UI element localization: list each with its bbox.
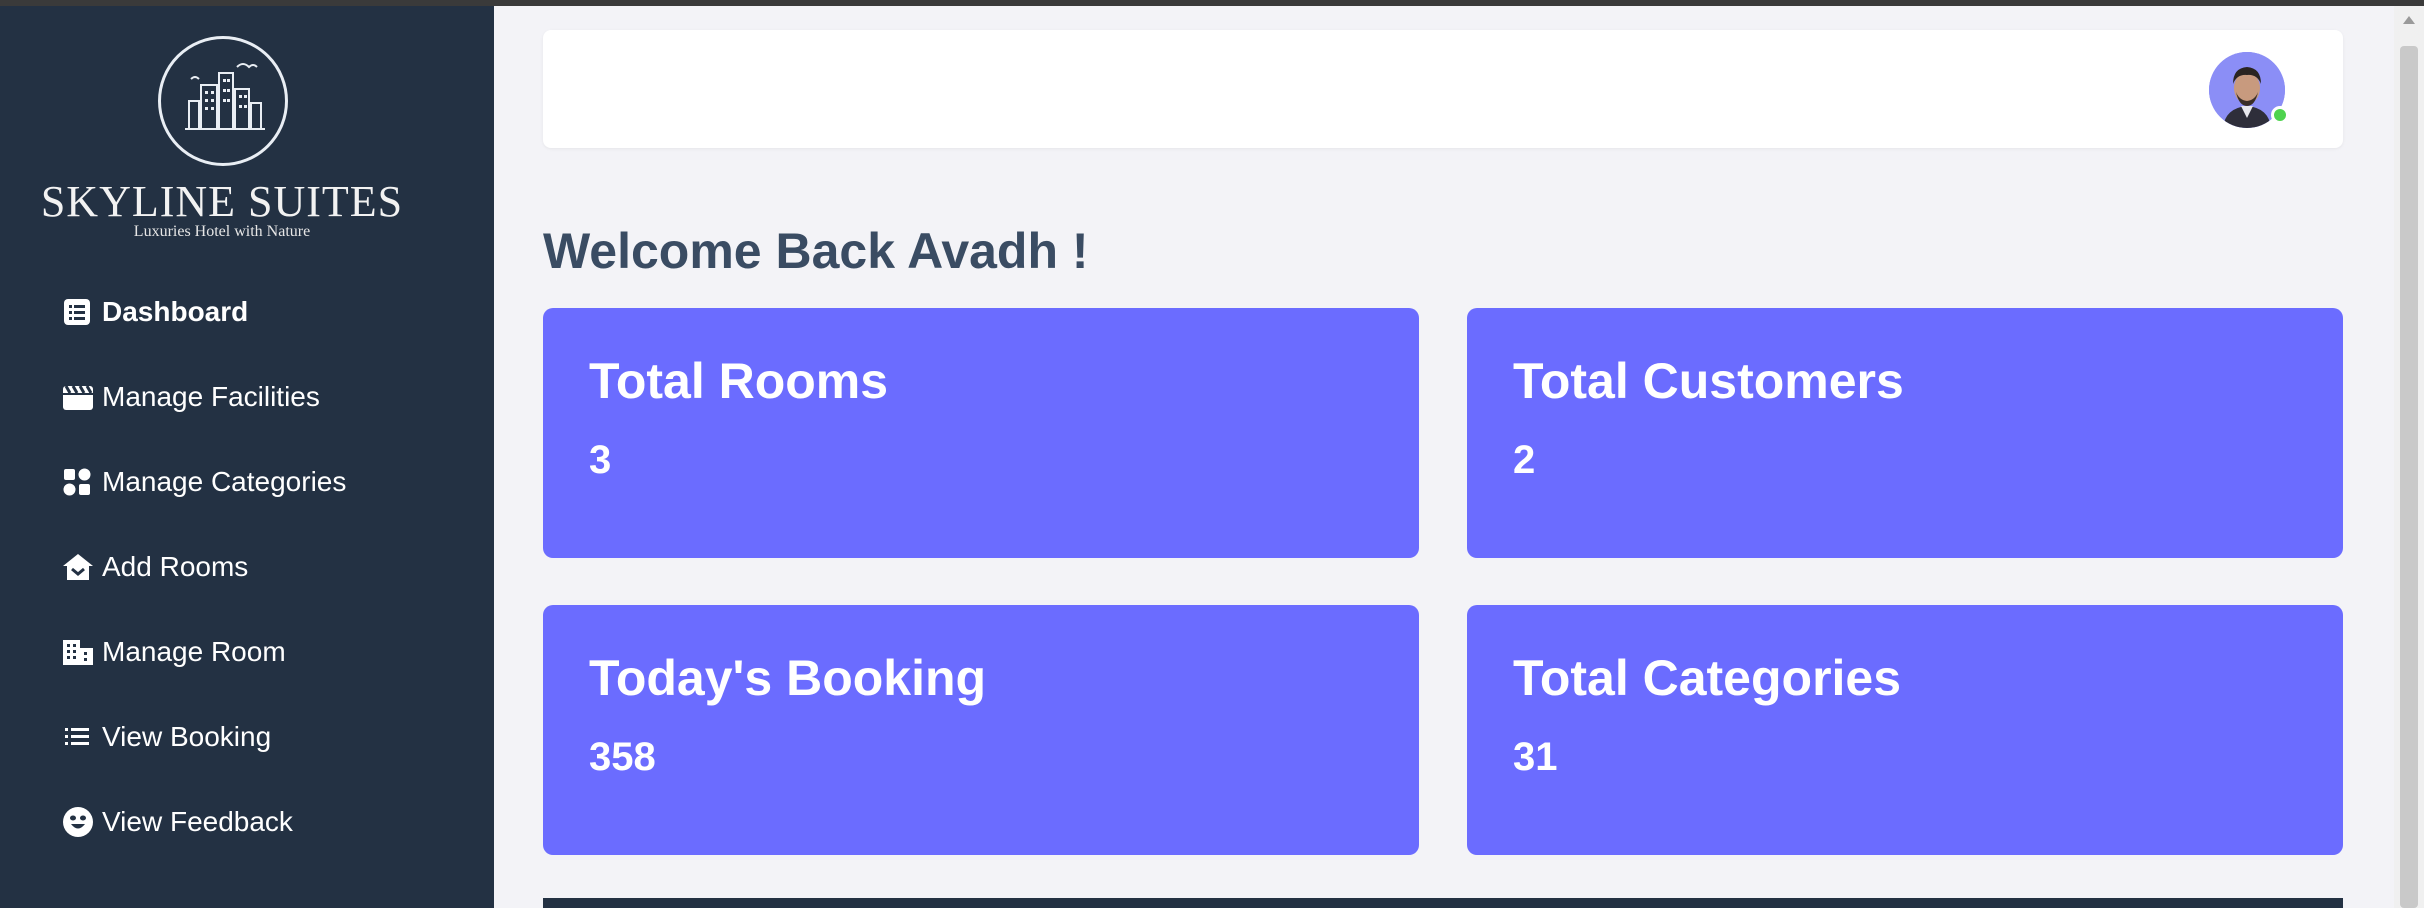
stat-card-total-categories[interactable]: Total Categories 31 (1467, 605, 2343, 855)
sidebar-item-label: View Booking (102, 721, 272, 752)
list-icon (62, 717, 102, 757)
stat-card-title: Total Categories (1513, 650, 1902, 706)
scrollbar-thumb[interactable] (2400, 46, 2418, 908)
hotel-logo-icon (185, 63, 265, 130)
sidebar-item-label: Manage Room (102, 636, 286, 667)
brand-logo (158, 36, 288, 166)
brand-title: SKYLINE SUITES (40, 177, 404, 226)
sidebar-item-manage-room[interactable]: Manage Room (62, 632, 482, 672)
categories-icon (62, 462, 102, 502)
sidebar-item-view-booking[interactable]: View Booking (62, 717, 482, 757)
stat-card-value: 2 (1513, 438, 1536, 482)
sidebar-item-label: Dashboard (102, 296, 249, 327)
stat-card-value: 3 (589, 438, 612, 482)
stat-card-total-customers[interactable]: Total Customers 2 (1467, 308, 2343, 558)
stat-card-total-rooms[interactable]: Total Rooms 3 (543, 308, 1419, 558)
sidebar: SKYLINE SUITES Luxuries Hotel with Natur… (0, 6, 494, 908)
sidebar-item-view-feedback[interactable]: View Feedback (62, 802, 482, 842)
stat-card-title: Total Rooms (589, 353, 889, 409)
top-header (543, 30, 2343, 148)
stat-card-title: Today's Booking (589, 650, 987, 706)
sidebar-item-label: Add Rooms (102, 551, 249, 582)
building-icon (62, 632, 102, 672)
sidebar-item-manage-categories[interactable]: Manage Categories (62, 462, 482, 502)
sidebar-item-dashboard[interactable]: Dashboard (62, 292, 482, 332)
page-scrollbar[interactable] (2394, 6, 2424, 908)
stat-card-value: 358 (589, 735, 656, 779)
clapperboard-icon (62, 377, 102, 417)
brand-subtitle: Luxuries Hotel with Nature (133, 223, 311, 240)
page-title: Welcome Back Avadh ! (543, 223, 1089, 279)
sidebar-item-label: View Feedback (102, 806, 293, 837)
sidebar-item-label: Manage Facilities (102, 381, 320, 412)
stat-card-value: 31 (1513, 735, 1558, 779)
sidebar-item-add-rooms[interactable]: Add Rooms (62, 547, 482, 587)
footer-section-edge (543, 898, 2343, 908)
scroll-up-arrow-icon[interactable] (2403, 16, 2415, 24)
smiley-icon (62, 802, 102, 842)
dashboard-icon (62, 292, 102, 332)
online-status-indicator (2271, 106, 2289, 124)
sidebar-item-label: Manage Categories (102, 466, 347, 497)
stat-card-todays-booking[interactable]: Today's Booking 358 (543, 605, 1419, 855)
stat-card-title: Total Customers (1513, 353, 1904, 409)
house-add-icon (62, 547, 102, 587)
sidebar-item-manage-facilities[interactable]: Manage Facilities (62, 377, 482, 417)
